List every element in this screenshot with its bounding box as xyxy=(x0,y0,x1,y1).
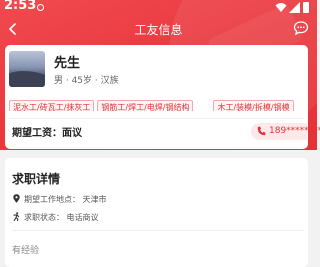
job-seeking-status: 求职状态： 电话商议 xyxy=(24,213,99,222)
page-title: 工友信息 xyxy=(134,23,183,37)
skill-tag: 钢筋工/焊工/电焊/钢结构 xyxy=(97,100,194,111)
call-phone-button[interactable]: 189******** xyxy=(251,123,320,140)
experience-text: 有经验 xyxy=(12,246,40,256)
avatar-landscape xyxy=(9,71,45,87)
user-name: 先生 xyxy=(54,56,81,71)
profile-card: 先生 男 · 45岁 · 汉族 泥水工/砖瓦工/抹灰工 钢筋工/焊工/电焊/钢结构… xyxy=(5,45,320,149)
navigation-bar: 工友信息 xyxy=(0,16,317,42)
skill-tag: 泥水工/砖瓦工/抹灰工 xyxy=(9,100,95,111)
status-time: 2:53 xyxy=(4,0,37,13)
expected-location: 期望工作地点： 天津市 xyxy=(24,195,107,204)
phone-icon xyxy=(257,126,266,136)
person-run-icon xyxy=(13,212,20,221)
signal-icon xyxy=(289,2,300,13)
section-title: 求职详情 xyxy=(12,172,61,186)
status-bar: 2:53 xyxy=(0,0,317,16)
battery-icon xyxy=(303,2,309,13)
chat-bubble-icon[interactable] xyxy=(293,20,309,36)
divider xyxy=(12,230,304,231)
status-row: 求职状态： 电话商议 xyxy=(12,212,99,223)
phone-number: 189******** xyxy=(269,126,320,136)
job-detail-card: 求职详情 期望工作地点： 天津市 求职状态： 电话商议 有经验 xyxy=(5,158,308,267)
divider xyxy=(9,118,304,119)
notification-dot-icon xyxy=(37,4,44,11)
wifi-icon xyxy=(275,3,287,12)
avatar xyxy=(9,51,45,87)
location-pin-icon xyxy=(13,194,20,203)
user-meta: 男 · 45岁 · 汉族 xyxy=(54,76,119,86)
location-row: 期望工作地点： 天津市 xyxy=(12,194,107,205)
skill-tag: 木工/装模/拆模/钢模 xyxy=(213,100,294,111)
skill-tags: 泥水工/砖瓦工/抹灰工 钢筋工/焊工/电焊/钢结构 木工/装模/拆模/钢模 xyxy=(9,95,308,111)
expected-salary: 期望工资：面议 xyxy=(12,128,82,139)
